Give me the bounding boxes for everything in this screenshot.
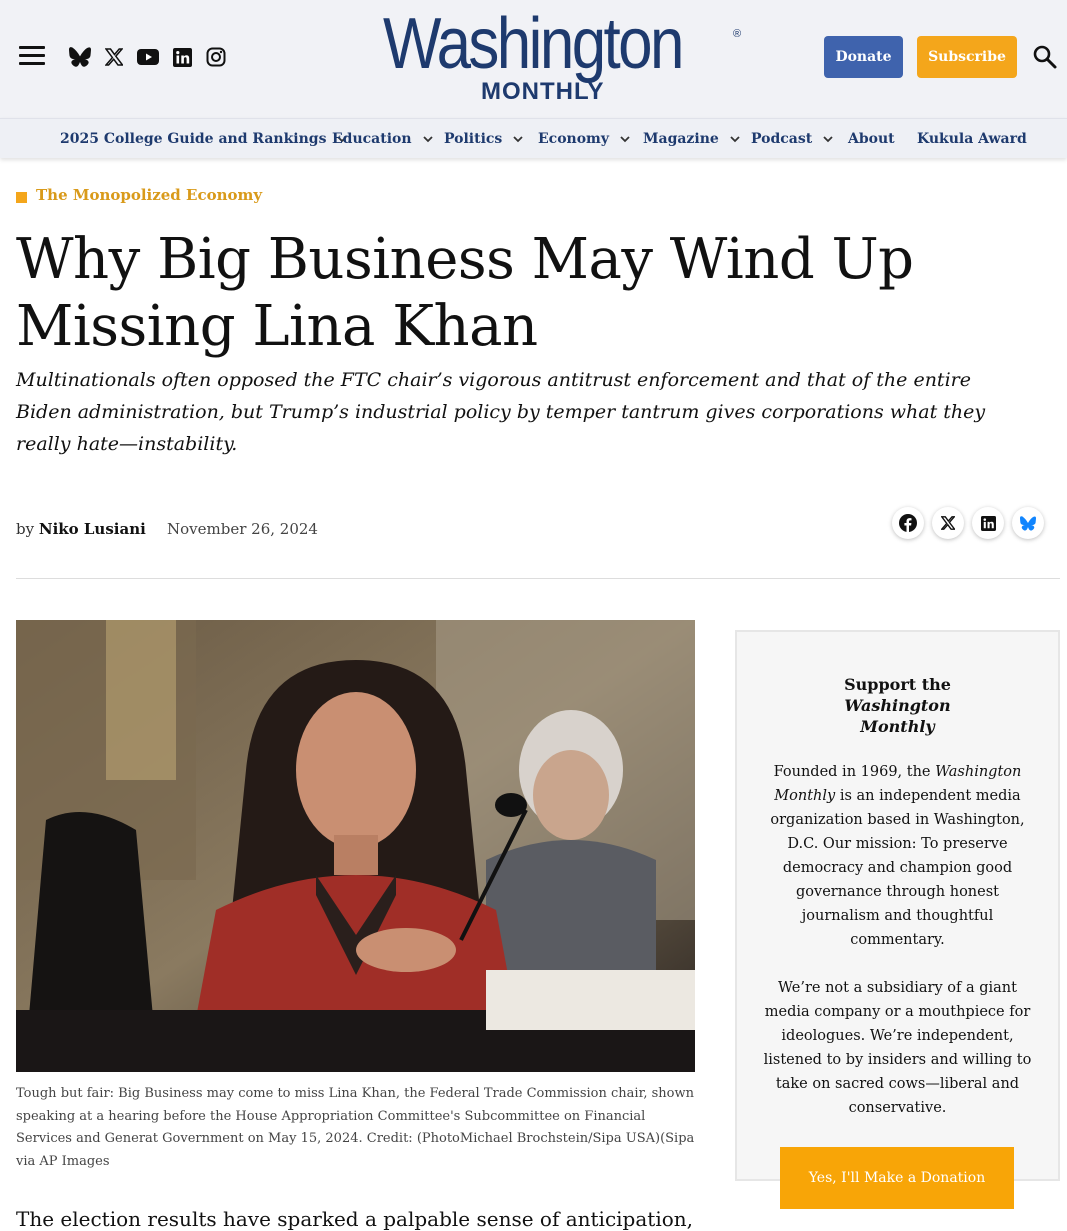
- category-marker: [16, 192, 27, 203]
- logo-wordmark: Washington: [383, 4, 684, 84]
- chevron-down-icon[interactable]: [422, 133, 434, 145]
- support-box: Support the Washington Monthly Founded i…: [735, 630, 1060, 1181]
- header-divider: [16, 578, 1060, 579]
- x-icon[interactable]: [101, 44, 127, 70]
- logo-registered-mark: ®: [733, 28, 742, 40]
- article-body-first-line: The election results have sparked a palp…: [16, 1207, 693, 1231]
- category-link[interactable]: The Monopolized Economy: [36, 186, 262, 204]
- nav-item-label: Economy: [538, 131, 609, 147]
- nav-item-label: Kukula Award: [917, 131, 1027, 147]
- youtube-icon[interactable]: [135, 44, 161, 70]
- support-title-publication: Washington Monthly: [844, 696, 951, 736]
- search-icon[interactable]: [1032, 44, 1058, 70]
- nav-item-label: Podcast: [751, 131, 813, 147]
- article-title: Why Big Business May Wind Up Missing Lin…: [16, 227, 914, 359]
- chevron-down-icon[interactable]: [512, 133, 524, 145]
- support-title: Support the Washington Monthly: [737, 674, 1058, 737]
- chevron-down-icon[interactable]: [729, 133, 741, 145]
- support-title-prefix: Support the: [844, 675, 951, 694]
- byline: by Niko Lusiani: [16, 520, 146, 538]
- support-p1-rest: is an independent media organization bas…: [770, 788, 1025, 948]
- nav-item-magazine[interactable]: Magazine: [643, 119, 741, 159]
- nav-item-college-guide[interactable]: 2025 College Guide and Rankings: [60, 119, 348, 159]
- linkedin-icon[interactable]: [972, 507, 1004, 539]
- featured-photo: [16, 620, 695, 1072]
- chevron-down-icon[interactable]: [619, 133, 631, 145]
- bluesky-icon[interactable]: [67, 44, 93, 70]
- x-icon[interactable]: [932, 507, 964, 539]
- main-navigation: 2025 College Guide and Rankings Educatio…: [0, 118, 1067, 158]
- photo-caption: Tough but fair: Big Business may come to…: [16, 1086, 695, 1169]
- facebook-icon[interactable]: [892, 507, 924, 539]
- make-donation-button[interactable]: Yes, I'll Make a Donation: [780, 1147, 1014, 1209]
- linkedin-icon[interactable]: [169, 44, 195, 70]
- nav-item-kukula-award[interactable]: Kukula Award: [917, 119, 1027, 159]
- support-paragraph-2: We’re not a subsidiary of a giant media …: [763, 980, 1032, 1116]
- donate-button[interactable]: Donate: [824, 36, 903, 78]
- site-header: Washington ® MONTHLY Donate Subscribe: [0, 0, 1067, 118]
- nav-item-politics[interactable]: Politics: [444, 119, 524, 159]
- support-p1-prefix: Founded in 1969, the: [773, 764, 936, 780]
- nav-item-label: Education: [332, 131, 412, 147]
- site-logo[interactable]: Washington ® MONTHLY: [383, 4, 745, 105]
- nav-item-podcast[interactable]: Podcast: [751, 119, 834, 159]
- subscribe-button[interactable]: Subscribe: [917, 36, 1017, 78]
- nav-item-label: About: [848, 131, 895, 147]
- logo-monthly: MONTHLY: [481, 78, 605, 105]
- nav-item-label: 2025 College Guide and Rankings: [60, 131, 327, 147]
- author-link[interactable]: Niko Lusiani: [39, 520, 146, 538]
- instagram-icon[interactable]: [203, 44, 229, 70]
- nav-item-label: Magazine: [643, 131, 719, 147]
- nav-item-about[interactable]: About: [848, 119, 895, 159]
- chevron-down-icon[interactable]: [822, 133, 834, 145]
- nav-item-economy[interactable]: Economy: [538, 119, 631, 159]
- nav-item-education[interactable]: Education: [332, 119, 434, 159]
- article-dek: Multinationals often opposed the FTC cha…: [16, 369, 986, 455]
- nav-item-label: Politics: [444, 131, 503, 147]
- bluesky-icon[interactable]: [1012, 507, 1044, 539]
- hamburger-menu-icon[interactable]: [19, 46, 45, 68]
- byline-prefix: by: [16, 520, 35, 538]
- support-paragraph-1: Founded in 1969, the Washington Monthly …: [767, 760, 1028, 952]
- publish-date: November 26, 2024: [167, 520, 318, 538]
